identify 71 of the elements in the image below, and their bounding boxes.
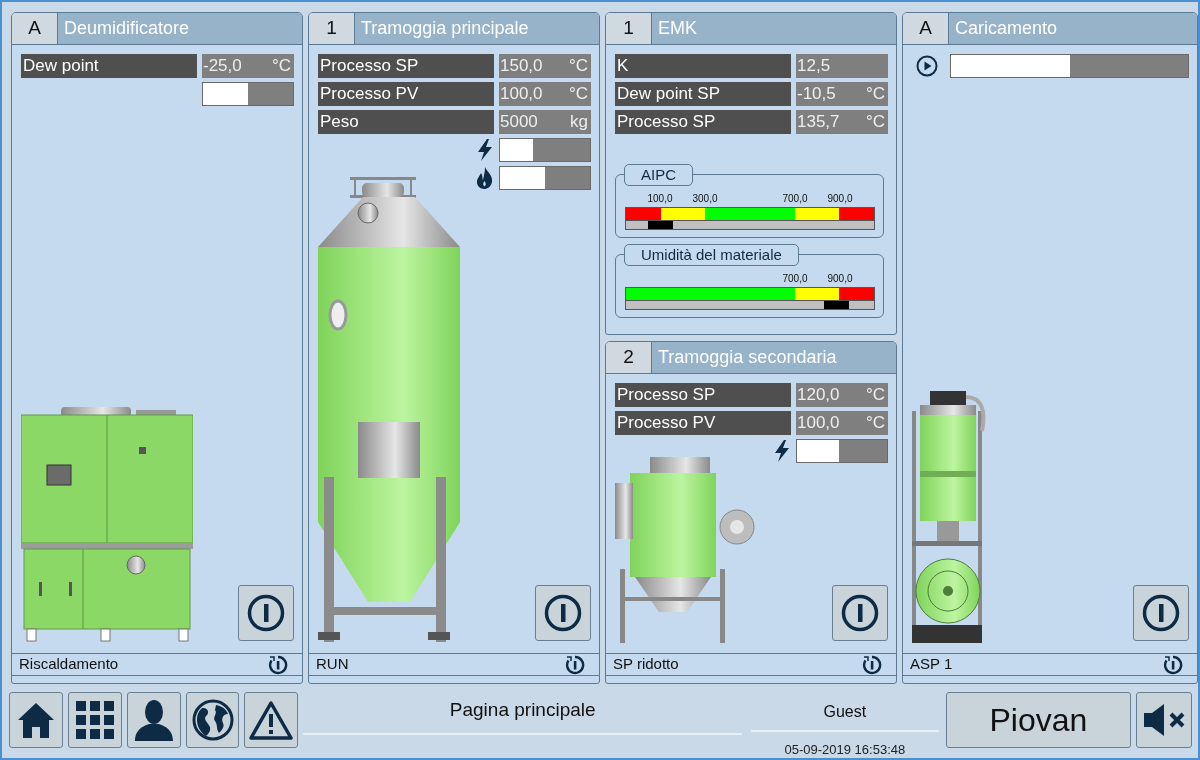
parameter-label: Processo PV xyxy=(318,82,494,106)
panel-tag: 1 xyxy=(606,13,652,44)
panel-tag: 2 xyxy=(606,341,652,373)
brand-button[interactable]: Piovan xyxy=(945,692,1132,748)
apps-button[interactable] xyxy=(67,692,122,748)
parameter-label: Dew point SP xyxy=(615,82,791,106)
gauge-title: Umidità del materiale xyxy=(624,244,799,266)
flame-icon xyxy=(476,167,493,189)
status-text: ASP 1 xyxy=(910,654,953,675)
power-icon xyxy=(246,593,286,633)
panel-title: Tramoggia principale xyxy=(355,13,599,44)
panel-title: Tramoggia secondaria xyxy=(652,341,896,373)
home-button[interactable] xyxy=(9,692,63,748)
power-icon xyxy=(1141,593,1181,633)
power-button[interactable] xyxy=(238,585,294,641)
parameter-value: 5000 kg xyxy=(499,110,591,134)
gauge-tick-label: 700,0 xyxy=(782,193,808,205)
gauge-tick-label: 300,0 xyxy=(692,193,718,205)
gauge-title: AIPC xyxy=(624,164,693,186)
parameter-value: 150,0 °C xyxy=(499,54,591,78)
lightning-icon xyxy=(774,439,790,462)
parameter-label: Peso xyxy=(318,110,494,134)
timer-icon xyxy=(862,654,882,675)
user-icon xyxy=(133,699,174,741)
parameter-value: 120,0 °C xyxy=(796,382,888,407)
parameter-value: -10,5 °C xyxy=(796,82,888,106)
panel-title: EMK xyxy=(652,13,896,44)
page-title: Pagina principale xyxy=(449,698,596,722)
lightning-icon xyxy=(477,139,493,161)
parameter-label: Processo SP xyxy=(615,110,791,134)
status-text: SP ridotto xyxy=(613,654,679,675)
parameter-label: Processo SP xyxy=(318,54,494,78)
gauge-tick-label: 900,0 xyxy=(827,273,853,285)
gauge-tick-label: 700,0 xyxy=(782,273,808,285)
panel-title: Deumidificatore xyxy=(58,13,302,44)
date-time: 05-09-2019 16:53:48 xyxy=(784,741,906,759)
timer-icon xyxy=(1163,654,1183,675)
status-text: Riscaldamento xyxy=(19,654,119,675)
panel-title: Caricamento xyxy=(949,13,1197,44)
power-icon xyxy=(543,593,583,633)
alarm-button[interactable] xyxy=(244,692,299,748)
language-button[interactable] xyxy=(185,692,240,748)
parameter-value: 100,0 °C xyxy=(499,82,591,106)
power-icon xyxy=(840,593,880,633)
power-button[interactable] xyxy=(1133,585,1189,641)
parameter-value: 12,5 xyxy=(796,54,888,78)
parameter-label: Processo SP xyxy=(615,382,791,407)
parameter-label: Processo PV xyxy=(615,410,791,435)
play-icon[interactable] xyxy=(916,55,938,77)
power-button[interactable] xyxy=(535,585,591,641)
panel-tag: 1 xyxy=(309,13,355,44)
timer-icon xyxy=(565,654,585,675)
parameter-label: K xyxy=(615,54,791,78)
mute-button[interactable] xyxy=(1136,692,1192,748)
user-button[interactable] xyxy=(126,692,181,748)
globe-icon xyxy=(191,699,234,741)
user-name: Guest xyxy=(823,702,867,722)
gauge-tick-label: 900,0 xyxy=(827,193,853,205)
grid-icon xyxy=(74,700,115,740)
warning-icon xyxy=(249,700,294,740)
parameter-value: -25,0 °C xyxy=(202,54,294,78)
parameter-value: 135,7 °C xyxy=(796,110,888,134)
parameter-label: Dew point xyxy=(21,54,197,78)
parameter-value: 100,0 °C xyxy=(796,410,888,435)
status-text: RUN xyxy=(316,654,349,675)
speaker-muted-icon xyxy=(1142,703,1187,737)
timer-icon xyxy=(268,654,288,675)
panel-tag: A xyxy=(903,13,949,44)
gauge-tick-label: 100,0 xyxy=(647,193,673,205)
panel-tag: A xyxy=(12,13,58,44)
power-button[interactable] xyxy=(832,585,888,641)
